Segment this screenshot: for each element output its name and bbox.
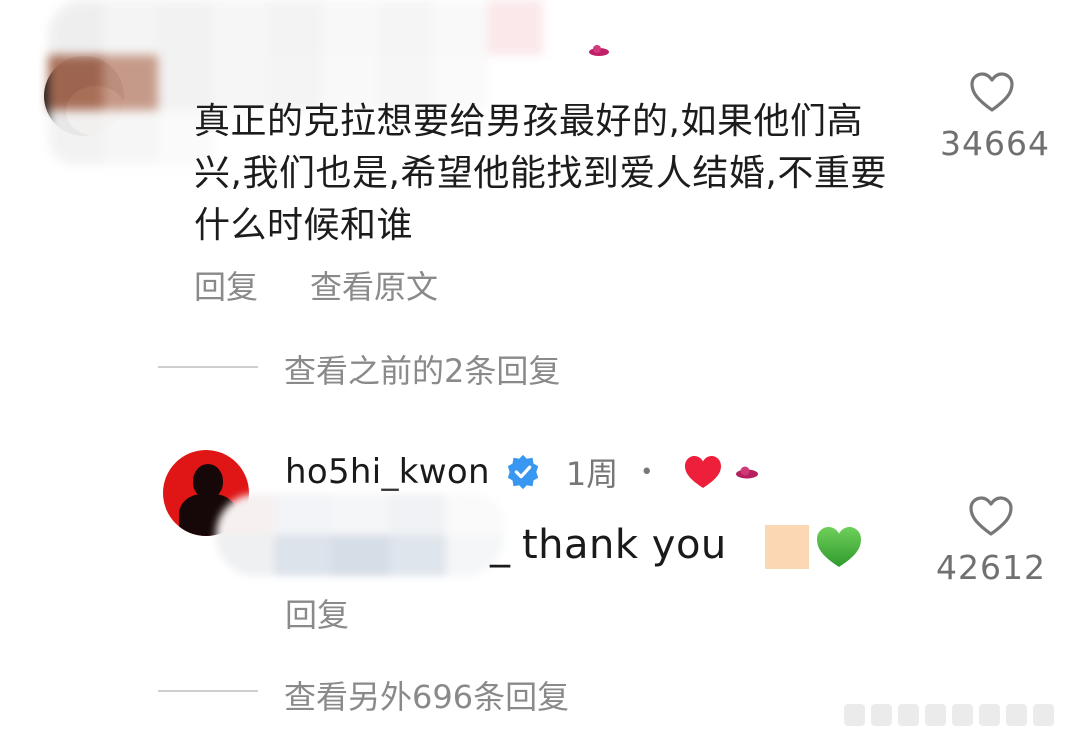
reply-button[interactable]: 回复 [194,262,258,308]
mention-suffix: _ [490,522,510,568]
comment-actions: 回复 查看原文 [194,262,438,308]
comment-like[interactable]: 34664 [940,70,1050,163]
like-count: 42612 [936,548,1046,587]
heart-outline-icon[interactable] [968,70,1016,114]
heart-outline-icon[interactable] [967,494,1015,538]
reply-username[interactable]: ho5hi_kwon [285,452,490,492]
watermark [844,702,1054,728]
reply-thread-line [158,366,258,368]
emoji-square [765,525,809,569]
reply-thread-line [158,690,258,692]
reply-button[interactable]: 回复 [285,590,349,636]
view-more-replies-button[interactable]: 查看另外696条回复 [284,672,569,718]
reply-text: thank you [522,522,727,568]
view-original-button[interactable]: 查看原文 [310,262,438,308]
reply-header: ho5hi_kwon 1周 • [285,446,759,498]
like-count: 34664 [940,124,1050,163]
view-previous-replies-button[interactable]: 查看之前的2条回复 [284,346,560,392]
separator-dot: • [640,459,654,485]
green-heart-emoji [817,527,861,567]
blurred-mention [216,494,504,576]
comment-text: 真正的克拉想要给男孩最好的,如果他们高兴,我们也是,希望他能找到爱人结婚,不重要… [194,101,887,246]
cloud-badge-icon [589,45,609,56]
red-heart-icon [685,456,722,488]
cloud-badge-icon [736,466,759,479]
reply-time: 1周 [565,455,619,493]
reply-like[interactable]: 42612 [936,494,1046,587]
verified-badge-icon [507,454,539,490]
